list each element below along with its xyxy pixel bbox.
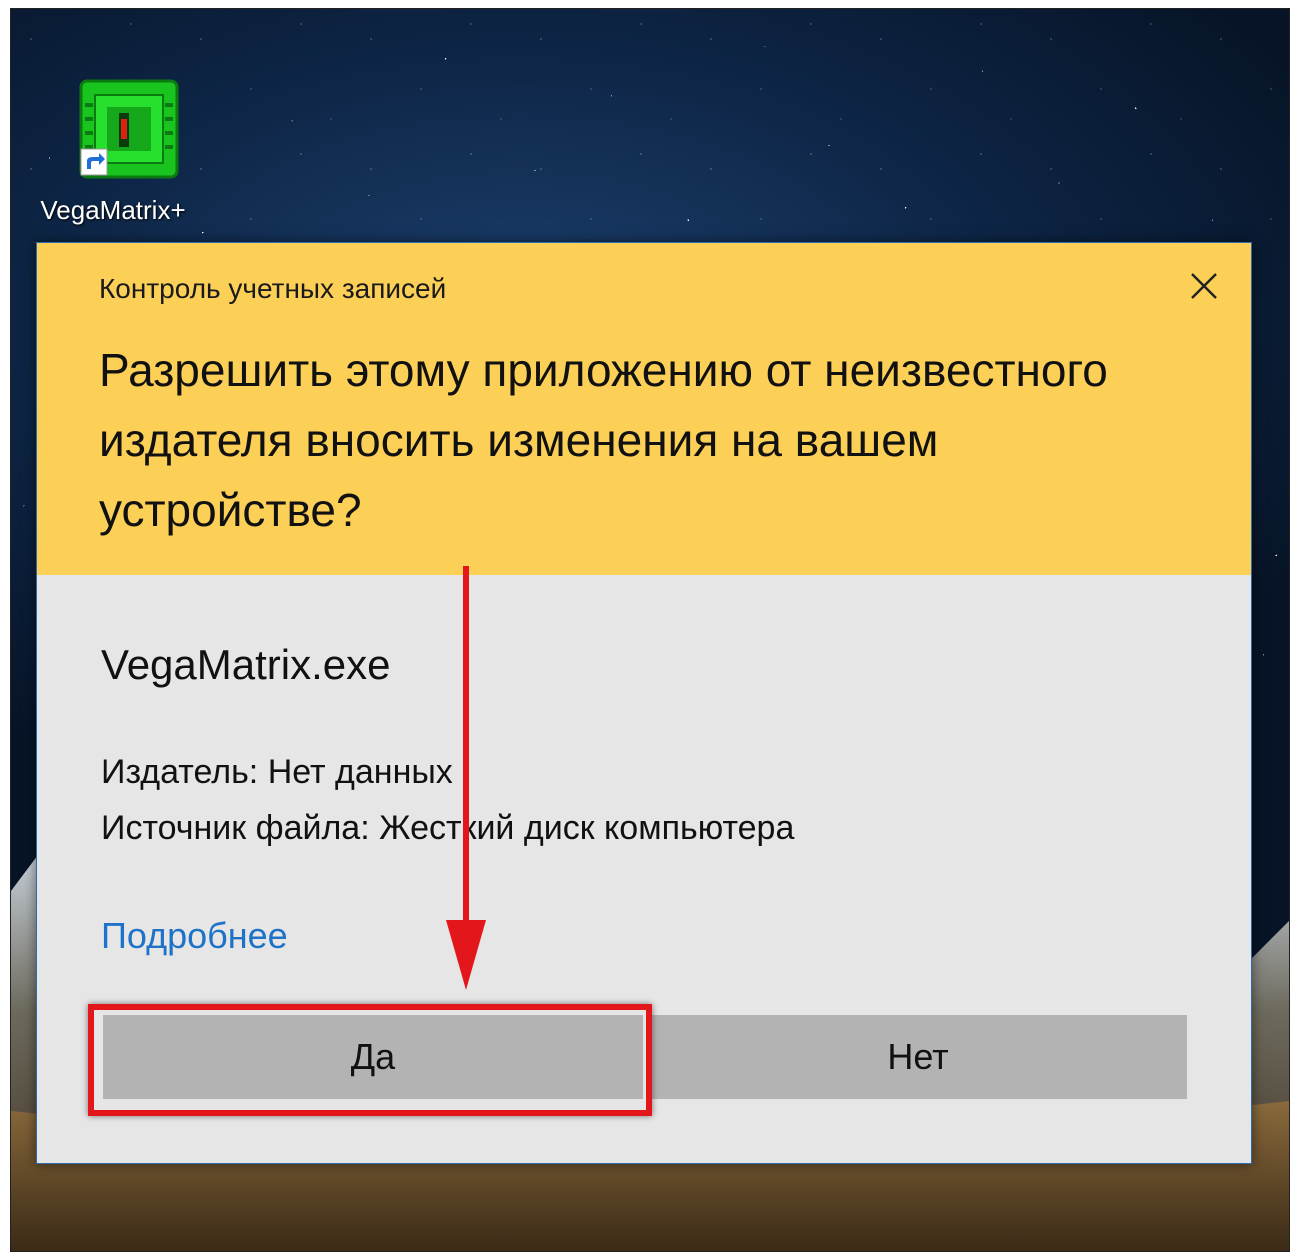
uac-dialog: Контроль учетных записей Разрешить этому… — [36, 242, 1252, 1164]
desktop-shortcut-label: VegaMatrix+ — [40, 195, 186, 225]
vegamatrix-shortcut-icon — [79, 79, 179, 179]
file-source-info: Источник файла: Жесткий диск компьютера — [101, 809, 795, 847]
app-name: VegaMatrix.exe — [101, 641, 391, 688]
no-button[interactable]: Нет — [649, 1015, 1187, 1099]
dialog-question: Разрешить этому приложению от неизвестно… — [99, 344, 1108, 536]
desktop-shortcut-vegamatrix[interactable]: VegaMatrix+ — [23, 71, 203, 241]
close-icon — [1191, 273, 1217, 299]
uac-header: Контроль учетных записей Разрешить этому… — [37, 243, 1251, 575]
yes-button[interactable]: Да — [103, 1015, 643, 1099]
publisher-info: Издатель: Нет данных — [101, 753, 453, 791]
more-details-link[interactable]: Подробнее — [101, 915, 288, 957]
close-button[interactable] — [1179, 261, 1229, 311]
dialog-title: Контроль учетных записей — [99, 273, 447, 304]
